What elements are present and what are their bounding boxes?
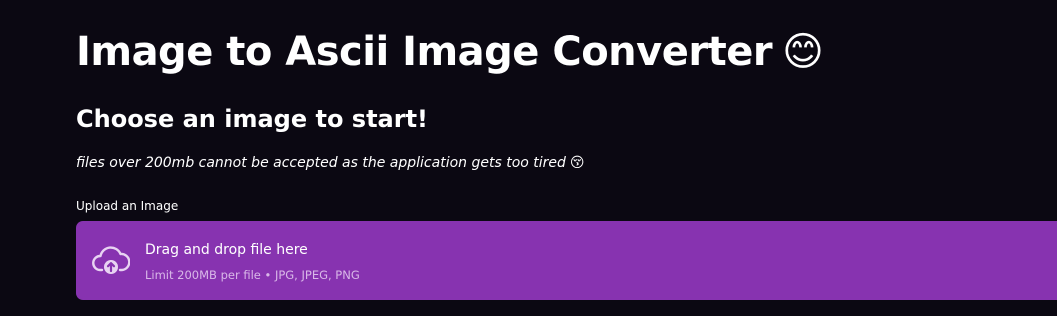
cloud-upload-icon xyxy=(92,246,130,274)
upload-label: Upload an Image xyxy=(76,199,179,213)
page-title: Image to Ascii Image Converter 😊 xyxy=(76,26,824,78)
smiling-face-icon: 😊 xyxy=(782,29,824,75)
page-title-text: Image to Ascii Image Converter xyxy=(76,29,773,75)
dropzone-file-limit: Limit 200MB per file • JPG, JPEG, PNG xyxy=(145,268,360,282)
dropzone-instructions: Drag and drop file here xyxy=(145,242,308,258)
file-dropzone[interactable]: Drag and drop file here Limit 200MB per … xyxy=(76,221,1057,300)
size-note: files over 200mb cannot be accepted as t… xyxy=(76,153,585,173)
kissing-face-icon: 😚 xyxy=(569,155,585,171)
size-note-text: files over 200mb cannot be accepted as t… xyxy=(76,155,566,171)
page-subtitle: Choose an image to start! xyxy=(76,105,428,133)
page: Image to Ascii Image Converter 😊 Choose a… xyxy=(0,0,1057,316)
